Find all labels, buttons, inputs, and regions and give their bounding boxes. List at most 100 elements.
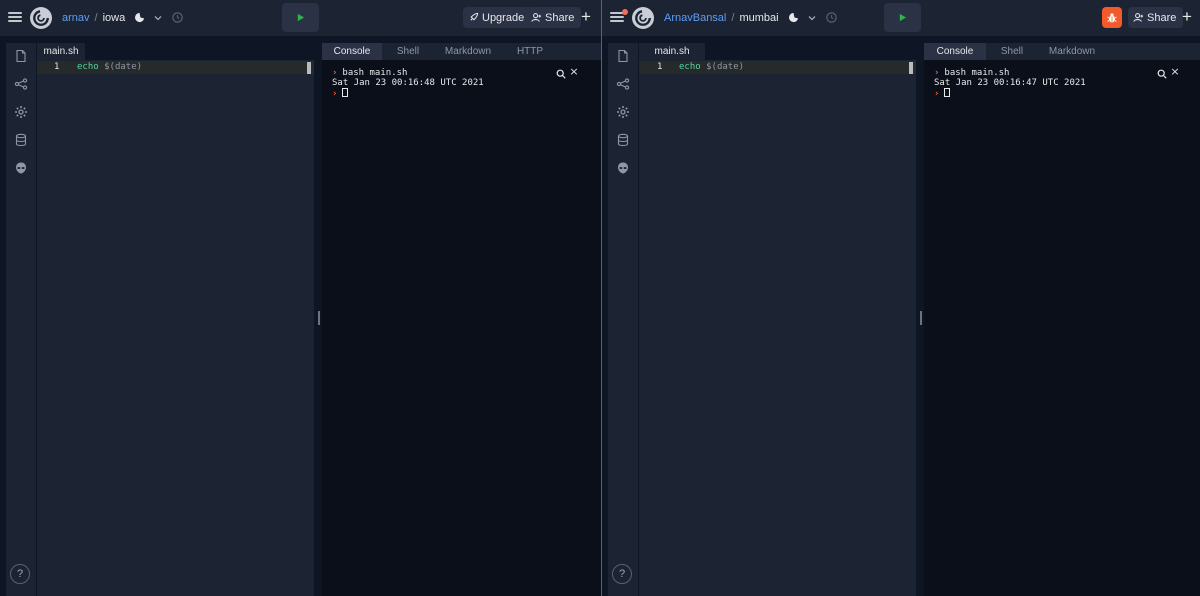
add-button[interactable]: + (1179, 8, 1195, 26)
unit-tests-alien-icon[interactable] (616, 161, 630, 175)
replit-logo-icon[interactable] (632, 7, 654, 29)
console-output-line: Sat Jan 23 00:16:48 UTC 2021 (332, 78, 484, 88)
console-output[interactable]: › bash main.sh Sat Jan 23 00:16:48 UTC 20… (322, 60, 601, 596)
breadcrumb-user-link[interactable]: ArnavBansal (664, 12, 726, 24)
code-paren-close: ) (136, 62, 143, 72)
editor-tab-main-sh[interactable]: main.sh (37, 43, 85, 60)
console-command: bash main.sh (342, 68, 408, 78)
code-inner: date (114, 62, 137, 72)
terminal-cursor (944, 88, 951, 97)
prompt-chevron-icon: › (332, 89, 338, 99)
sidebar: ? (6, 43, 36, 596)
rocket-icon (470, 12, 479, 21)
code-editor[interactable]: main.sh 1 echo $(date) (37, 43, 314, 596)
bug-report-button[interactable] (1102, 7, 1122, 28)
code-inner: date (716, 62, 739, 72)
breadcrumb-user-link[interactable]: arnav (62, 12, 90, 24)
code-line[interactable]: 1 echo $(date) (639, 61, 916, 74)
files-icon[interactable] (616, 49, 630, 63)
console-output[interactable]: › bash main.sh Sat Jan 23 00:16:47 UTC 20… (924, 60, 1200, 596)
console-command-line: › bash main.sh (332, 68, 407, 78)
version-control-icon[interactable] (616, 77, 630, 91)
clear-console-close-icon[interactable]: × (1170, 66, 1180, 78)
menu-icon[interactable] (8, 10, 22, 26)
unit-tests-alien-icon[interactable] (14, 161, 28, 175)
tab-console[interactable]: Console (322, 43, 382, 60)
search-icon[interactable] (556, 69, 566, 79)
bug-icon (1107, 12, 1117, 22)
code-text[interactable]: echo $(date) (679, 61, 744, 74)
top-bar: ArnavBansal / mumbai Share + (602, 0, 1200, 36)
bash-language-icon (788, 12, 798, 23)
prompt-chevron-icon: › (934, 89, 940, 99)
run-icon (297, 13, 305, 22)
editor-tab-main-sh[interactable]: main.sh (639, 43, 705, 60)
history-icon[interactable] (171, 11, 184, 24)
editor-tab-bar: main.sh (37, 43, 314, 60)
breadcrumb: arnav / iowa (62, 11, 184, 24)
help-button[interactable]: ? (10, 564, 30, 584)
add-user-icon (1133, 13, 1144, 22)
database-icon[interactable] (14, 133, 28, 147)
line-number: 1 (657, 62, 663, 72)
tab-markdown[interactable]: Markdown (1038, 43, 1106, 60)
tab-shell[interactable]: Shell (986, 43, 1038, 60)
upgrade-button[interactable]: Upgrade (463, 7, 532, 28)
terminal-cursor (342, 88, 349, 97)
pane-resize-handle[interactable] (920, 311, 922, 325)
pane-resize-handle[interactable] (318, 311, 320, 325)
tab-http[interactable]: HTTP (502, 43, 558, 60)
breadcrumb-separator: / (94, 11, 98, 24)
output-tab-bar: Console Shell Markdown (924, 43, 1200, 60)
settings-gear-icon[interactable] (14, 105, 28, 119)
tab-console[interactable]: Console (924, 43, 986, 60)
database-icon[interactable] (616, 133, 630, 147)
tab-shell[interactable]: Shell (382, 43, 434, 60)
add-button[interactable]: + (578, 8, 594, 26)
output-pane: Console Shell Markdown HTTP › bash main.s… (322, 43, 601, 596)
editor-scrollbar[interactable] (909, 62, 913, 74)
chevron-down-icon[interactable] (808, 14, 816, 22)
share-label: Share (1147, 11, 1177, 24)
code-line[interactable]: 1 echo $(date) (37, 61, 314, 74)
repl-window-iowa: arnav / iowa Upgrade Share + ? main.sh 1… (0, 0, 601, 596)
run-icon (899, 13, 907, 22)
notification-dot (622, 9, 628, 15)
clear-console-close-icon[interactable]: × (569, 66, 579, 78)
share-label: Share (545, 11, 575, 24)
bash-language-icon (135, 12, 145, 23)
upgrade-label: Upgrade (482, 11, 525, 24)
code-keyword: echo (77, 62, 99, 72)
console-output-line: Sat Jan 23 00:16:47 UTC 2021 (934, 78, 1086, 88)
breadcrumb: ArnavBansal / mumbai (664, 11, 838, 24)
run-button[interactable] (282, 3, 319, 32)
breadcrumb-repl-name[interactable]: mumbai (739, 12, 778, 24)
version-control-icon[interactable] (14, 77, 28, 91)
help-button[interactable]: ? (612, 564, 632, 584)
tab-markdown[interactable]: Markdown (434, 43, 502, 60)
prompt-chevron-icon: › (332, 68, 338, 78)
repl-window-mumbai: ArnavBansal / mumbai Share + ? main.sh 1… (602, 0, 1200, 596)
run-button[interactable] (884, 3, 921, 32)
code-text[interactable]: echo $(date) (77, 61, 142, 74)
share-button[interactable]: Share (526, 7, 582, 28)
search-icon[interactable] (1157, 69, 1167, 79)
output-pane: Console Shell Markdown › bash main.sh Sat… (924, 43, 1200, 596)
chevron-down-icon[interactable] (154, 14, 162, 22)
breadcrumb-separator: / (731, 11, 735, 24)
replit-logo-icon[interactable] (30, 7, 52, 29)
console-input-line[interactable]: › (332, 88, 349, 99)
console-input-line[interactable]: › (934, 88, 951, 99)
breadcrumb-repl-name[interactable]: iowa (103, 12, 126, 24)
editor-scrollbar[interactable] (307, 62, 311, 74)
code-keyword: echo (679, 62, 701, 72)
code-editor[interactable]: main.sh 1 echo $(date) (639, 43, 916, 596)
share-button[interactable]: Share (1128, 7, 1184, 28)
top-bar: arnav / iowa Upgrade Share + (0, 0, 601, 36)
files-icon[interactable] (14, 49, 28, 63)
history-icon[interactable] (825, 11, 838, 24)
output-tab-bar: Console Shell Markdown HTTP (322, 43, 601, 60)
console-command-line: › bash main.sh (934, 68, 1009, 78)
editor-tab-bar: main.sh (639, 43, 916, 60)
settings-gear-icon[interactable] (616, 105, 630, 119)
